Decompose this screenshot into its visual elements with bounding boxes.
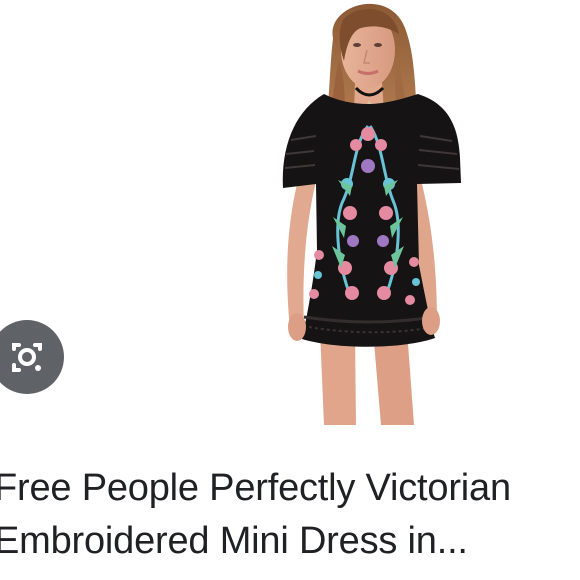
camera-search-icon — [12, 343, 42, 372]
product-image[interactable] — [0, 0, 580, 440]
product-title[interactable]: Free People Perfectly Victorian Embroide… — [0, 462, 580, 568]
product-title-line-1: Free People Perfectly Victorian — [0, 467, 511, 509]
product-title-line-2: Embroidered Mini Dress in... — [0, 520, 468, 562]
model-photo — [282, 3, 461, 425]
